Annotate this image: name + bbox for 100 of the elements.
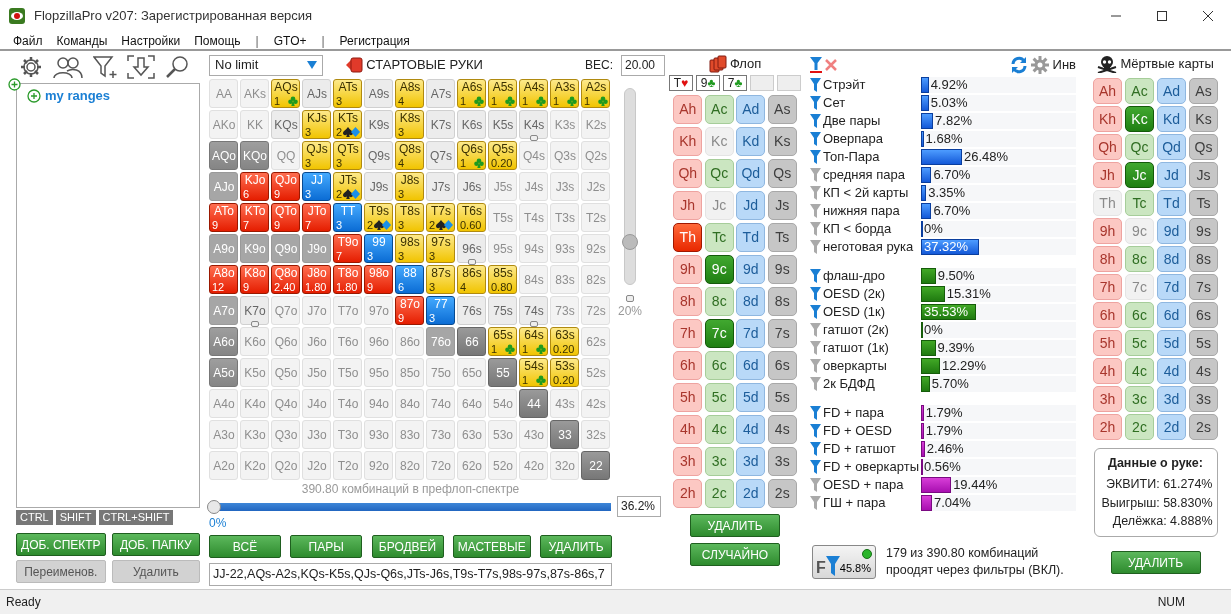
- card-button[interactable]: 8s: [767, 287, 797, 316]
- settings-icon[interactable]: [19, 55, 43, 79]
- hand-cell[interactable]: KTs 2: [333, 110, 362, 139]
- hand-cell[interactable]: Q4s: [519, 141, 548, 170]
- card-button[interactable]: 3s: [767, 447, 797, 476]
- hand-cell[interactable]: Q7o: [271, 296, 300, 325]
- card-button[interactable]: Td: [1157, 190, 1186, 216]
- hand-cell[interactable]: 42o: [519, 451, 548, 480]
- card-button[interactable]: 3d: [1157, 386, 1186, 412]
- hand-cell[interactable]: J9o: [302, 234, 331, 263]
- hand-cell[interactable]: 43o: [519, 420, 548, 449]
- hand-cell[interactable]: T3o: [333, 420, 362, 449]
- filter-icon[interactable]: [810, 460, 821, 474]
- hand-cell[interactable]: KJs 3: [302, 110, 331, 139]
- card-button[interactable]: 2s: [1189, 414, 1218, 440]
- card-button[interactable]: 7d: [736, 319, 766, 348]
- card-button[interactable]: 5c: [1125, 330, 1154, 356]
- hand-cell[interactable]: 94s: [519, 234, 548, 263]
- hand-cell[interactable]: AKo: [209, 110, 238, 139]
- hand-cell[interactable]: AQo: [209, 141, 238, 170]
- hand-cell[interactable]: A2o: [209, 451, 238, 480]
- hand-cell[interactable]: 93s: [550, 234, 579, 263]
- hand-cell[interactable]: Q3o: [271, 420, 300, 449]
- hand-cell[interactable]: Q9o: [271, 234, 300, 263]
- hand-cell[interactable]: A3o: [209, 420, 238, 449]
- hand-cell[interactable]: K4o: [240, 389, 269, 418]
- card-button[interactable]: 4d: [736, 415, 766, 444]
- card-button[interactable]: 5s: [767, 383, 797, 412]
- range-button[interactable]: МАСТЕВЫЕ: [452, 535, 531, 558]
- card-button[interactable]: Js: [767, 191, 797, 220]
- hand-cell[interactable]: 62o: [457, 451, 486, 480]
- card-button[interactable]: Ts: [767, 223, 797, 252]
- hand-cell[interactable]: K3o: [240, 420, 269, 449]
- hand-cell[interactable]: A4o: [209, 389, 238, 418]
- card-button[interactable]: 8h: [1093, 246, 1122, 272]
- board-card[interactable]: 7♣: [723, 75, 747, 91]
- hand-cell[interactable]: T4s: [519, 203, 548, 232]
- hand-cell[interactable]: Q7s: [426, 141, 455, 170]
- card-button[interactable]: 4s: [1189, 358, 1218, 384]
- range-button[interactable]: УДАЛИТЬ: [539, 535, 612, 558]
- filter-icon[interactable]: [810, 269, 821, 283]
- add-icon[interactable]: [8, 78, 21, 91]
- hand-cell[interactable]: K4s: [519, 110, 548, 139]
- filter-icon[interactable]: [810, 150, 821, 164]
- hand-cell[interactable]: 86s 4: [457, 265, 486, 294]
- card-button[interactable]: Ah: [673, 95, 703, 124]
- hand-cell[interactable]: 86o: [395, 327, 424, 356]
- card-button[interactable]: 7d: [1157, 274, 1186, 300]
- card-button[interactable]: Qc: [1125, 134, 1154, 160]
- card-button[interactable]: 9h: [1093, 218, 1122, 244]
- card-button[interactable]: Jh: [1093, 162, 1122, 188]
- hand-cell[interactable]: 32o: [550, 451, 579, 480]
- card-button[interactable]: 7h: [673, 319, 703, 348]
- hand-cell[interactable]: 76s: [457, 296, 486, 325]
- hand-cell[interactable]: 62s: [581, 327, 610, 356]
- filter-icon[interactable]: [810, 96, 821, 110]
- card-button[interactable]: 7s: [1189, 274, 1218, 300]
- card-button[interactable]: 6d: [1157, 302, 1186, 328]
- card-button[interactable]: 3h: [1093, 386, 1122, 412]
- hand-cell[interactable]: 42s: [581, 389, 610, 418]
- filter-icon[interactable]: [810, 114, 821, 128]
- hand-cell[interactable]: 53o: [488, 420, 517, 449]
- menu-item[interactable]: Файл: [6, 32, 50, 49]
- hand-cell[interactable]: 65o: [457, 358, 486, 387]
- card-button[interactable]: 2c: [1125, 414, 1154, 440]
- hand-cell[interactable]: T4o: [333, 389, 362, 418]
- hand-cell[interactable]: Q5o: [271, 358, 300, 387]
- hand-cell[interactable]: 85o: [395, 358, 424, 387]
- card-button[interactable]: As: [1189, 78, 1218, 104]
- hand-cell[interactable]: KJo 6: [240, 172, 269, 201]
- filter-icon[interactable]: [810, 57, 822, 73]
- card-button[interactable]: 5s: [1189, 330, 1218, 356]
- hand-cell[interactable]: QQ: [271, 141, 300, 170]
- card-button[interactable]: 8c: [704, 287, 734, 316]
- hand-cell[interactable]: 43s: [550, 389, 579, 418]
- hand-cell[interactable]: K2s: [581, 110, 610, 139]
- hand-cell[interactable]: A7o: [209, 296, 238, 325]
- hand-cell[interactable]: T7s 2: [426, 203, 455, 232]
- hand-cell[interactable]: T8o 1.80: [333, 265, 362, 294]
- hand-cell[interactable]: T3s: [550, 203, 579, 232]
- weight-slider[interactable]: [624, 88, 636, 285]
- range-button[interactable]: БРОДВЕЙ: [371, 535, 444, 558]
- hand-cell[interactable]: 72o: [426, 451, 455, 480]
- hand-cell[interactable]: Q2s: [581, 141, 610, 170]
- hand-cell[interactable]: A7s: [426, 79, 455, 108]
- hand-cell[interactable]: 97s 3: [426, 234, 455, 263]
- card-button[interactable]: Kh: [673, 127, 703, 156]
- hand-cell[interactable]: 73o: [426, 420, 455, 449]
- card-button[interactable]: 6h: [1093, 302, 1122, 328]
- hand-cell[interactable]: T9o 7: [333, 234, 362, 263]
- hand-cell[interactable]: 99 3: [364, 234, 393, 263]
- card-button[interactable]: 3s: [1189, 386, 1218, 412]
- card-button[interactable]: 4h: [1093, 358, 1122, 384]
- hand-cell[interactable]: Q4o: [271, 389, 300, 418]
- card-button[interactable]: 7c: [704, 319, 734, 348]
- board-card[interactable]: T♥: [669, 75, 693, 91]
- hand-cell[interactable]: 74o: [426, 389, 455, 418]
- hand-cell[interactable]: Q2o: [271, 451, 300, 480]
- card-button[interactable]: Jc: [1125, 162, 1154, 188]
- hand-cell[interactable]: A5s 1: [488, 79, 517, 108]
